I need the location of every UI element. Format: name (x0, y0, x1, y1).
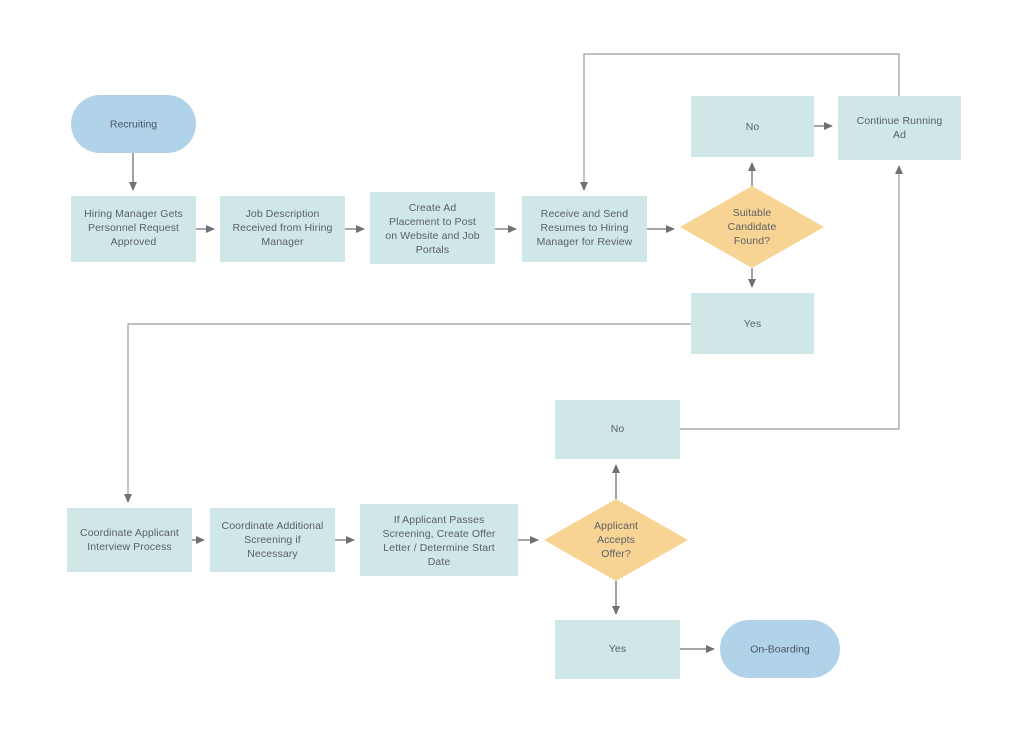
node-applicant-accepts-yes[interactable]: Yes (555, 620, 680, 679)
node-label-line: Ad (893, 129, 906, 141)
node-label-line: Necessary (247, 548, 298, 560)
node-additional-screening[interactable]: Coordinate Additional Screening if Neces… (210, 508, 335, 572)
node-label-line: Placement to Post (389, 216, 476, 228)
node-label-line: Interview Process (87, 541, 172, 553)
node-label-line: If Applicant Passes (394, 514, 485, 526)
node-create-offer-letter[interactable]: If Applicant Passes Screening, Create Of… (360, 504, 518, 576)
node-label-line: Receive and Send (541, 208, 628, 220)
node-label-line: Applicant (594, 520, 638, 532)
node-label-line: Date (428, 556, 451, 568)
node-suitable-candidate-yes[interactable]: Yes (691, 293, 814, 354)
node-label-line: Suitable (733, 207, 772, 219)
node-label-yes: Yes (609, 643, 626, 655)
node-applicant-accepts-decision[interactable]: Applicant Accepts Offer? (544, 499, 688, 581)
node-label-line: Letter / Determine Start (383, 542, 495, 554)
flowchart-canvas: Recruiting Hiring Manager Gets Personnel… (0, 0, 1024, 729)
node-label-line: Job Description (246, 208, 320, 220)
node-label-line: Coordinate Applicant (80, 527, 179, 539)
node-coordinate-interview[interactable]: Coordinate Applicant Interview Process (67, 508, 192, 572)
node-label-line: Resumes to Hiring (540, 222, 628, 234)
node-hiring-manager-approval[interactable]: Hiring Manager Gets Personnel Request Ap… (71, 196, 196, 262)
node-label-line: Continue Running (857, 115, 943, 127)
node-label-line: Candidate (728, 221, 777, 233)
node-on-boarding-end[interactable]: On-Boarding (720, 620, 840, 678)
node-applicant-accepts-no[interactable]: No (555, 400, 680, 459)
node-label-yes: Yes (744, 318, 761, 330)
node-label-line: Portals (416, 244, 449, 256)
node-label-line: Screening if (244, 534, 301, 546)
node-label-line: Coordinate Additional (222, 520, 324, 532)
node-label-line: Create Ad (409, 202, 457, 214)
node-label-on-boarding: On-Boarding (750, 643, 810, 655)
node-job-description-received[interactable]: Job Description Received from Hiring Man… (220, 196, 345, 262)
node-label-line: Personnel Request (88, 222, 179, 234)
node-label-line: Manager (261, 236, 304, 248)
node-label-line: Hiring Manager Gets (84, 208, 183, 220)
node-create-ad-placement[interactable]: Create Ad Placement to Post on Website a… (370, 192, 495, 264)
node-label-line: Screening, Create Offer (383, 528, 496, 540)
node-label-line: Offer? (601, 548, 631, 560)
node-label-no: No (611, 423, 625, 435)
node-label-line: Found? (734, 235, 770, 247)
node-suitable-candidate-no[interactable]: No (691, 96, 814, 157)
node-label-line: Received from Hiring (232, 222, 332, 234)
node-label-line: Accepts (597, 534, 635, 546)
node-receive-send-resumes[interactable]: Receive and Send Resumes to Hiring Manag… (522, 196, 647, 262)
node-recruiting-start[interactable]: Recruiting (71, 95, 196, 153)
node-suitable-candidate-decision[interactable]: Suitable Candidate Found? (680, 186, 824, 268)
node-label-no: No (746, 121, 760, 133)
node-label-recruiting: Recruiting (110, 118, 157, 130)
node-label-line: Manager for Review (537, 236, 633, 248)
node-continue-running-ad[interactable]: Continue Running Ad (838, 96, 961, 160)
node-label-line: Approved (111, 236, 157, 248)
node-label-line: on Website and Job (385, 230, 479, 242)
